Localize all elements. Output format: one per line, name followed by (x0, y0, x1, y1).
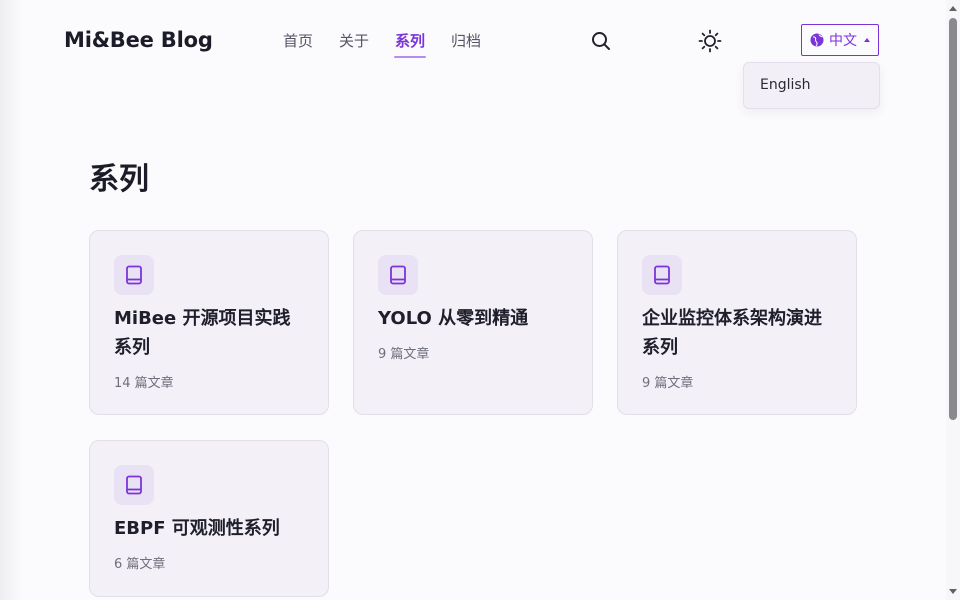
vertical-scrollbar[interactable] (946, 0, 960, 600)
nav-item-archive[interactable]: 归档 (438, 30, 494, 58)
series-card[interactable]: 企业监控体系架构演进系列 9 篇文章 (617, 230, 857, 415)
series-title: YOLO 从零到精通 (378, 308, 529, 329)
caret-up-icon (864, 38, 870, 42)
series-article-count: 6 篇文章 (114, 557, 166, 572)
page-title: 系列 (89, 162, 149, 197)
scroll-up-arrow-icon[interactable] (949, 6, 957, 11)
series-card[interactable]: EBPF 可观测性系列 6 篇文章 (89, 440, 329, 597)
nav-item-series[interactable]: 系列 (382, 30, 438, 58)
series-title: 企业监控体系架构演进系列 (642, 308, 822, 358)
main-nav: 首页 关于 系列 归档 (270, 30, 494, 58)
globe-icon (810, 33, 824, 47)
series-title: EBPF 可观测性系列 (114, 518, 280, 539)
search-icon (592, 32, 610, 50)
card-icon-wrapper (114, 465, 154, 505)
series-title: MiBee 开源项目实践系列 (114, 308, 291, 358)
nav-item-about[interactable]: 关于 (326, 30, 382, 58)
language-select-button[interactable]: 中文 (801, 24, 879, 56)
language-current-label: 中文 (829, 33, 857, 49)
book-icon (126, 265, 142, 285)
series-article-count: 9 篇文章 (378, 347, 430, 362)
series-card[interactable]: YOLO 从零到精通 9 篇文章 (353, 230, 593, 415)
card-icon-wrapper (114, 255, 154, 295)
theme-toggle-button[interactable] (697, 28, 723, 54)
search-button[interactable] (588, 28, 614, 54)
series-article-count: 14 篇文章 (114, 376, 174, 391)
page: Mi&Bee Blog 首页 关于 系列 归档 中文 English 系列 Mi… (0, 0, 960, 600)
left-edge-shadow (0, 0, 22, 600)
card-icon-wrapper (642, 255, 682, 295)
scrollbar-thumb[interactable] (949, 18, 957, 420)
series-card[interactable]: MiBee 开源项目实践系列 14 篇文章 (89, 230, 329, 415)
book-icon (126, 475, 142, 495)
card-icon-wrapper (378, 255, 418, 295)
book-icon (390, 265, 406, 285)
series-article-count: 9 篇文章 (642, 376, 694, 391)
nav-item-home[interactable]: 首页 (270, 30, 326, 58)
book-icon (654, 265, 670, 285)
language-option-english[interactable]: English (760, 77, 811, 93)
scroll-down-arrow-icon[interactable] (949, 589, 957, 594)
sun-icon (698, 29, 722, 53)
site-logo[interactable]: Mi&Bee Blog (64, 28, 213, 52)
language-dropdown: English (743, 62, 880, 109)
